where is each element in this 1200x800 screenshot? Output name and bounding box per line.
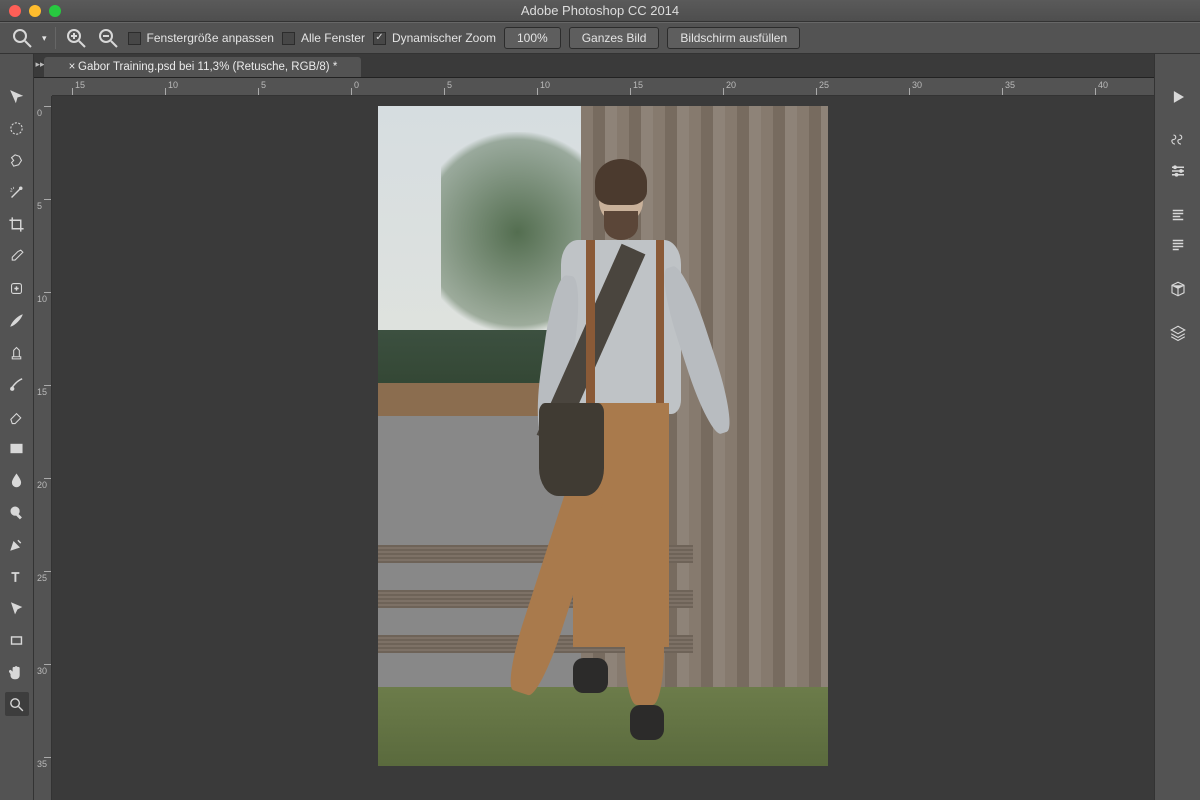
panels-dock (1154, 54, 1200, 800)
workspace: T ▸▸ × Gabor Training.psd bei 11,3% (Ret… (0, 54, 1200, 800)
checkbox-icon (282, 32, 295, 45)
zoom-out-icon[interactable] (96, 26, 120, 50)
tool-brush[interactable] (5, 308, 29, 332)
tool-lasso[interactable] (5, 148, 29, 172)
panel-3d-icon[interactable] (1163, 276, 1193, 302)
all-windows-label: Alle Fenster (301, 31, 365, 45)
zoom-window-icon[interactable] (49, 5, 61, 17)
checkbox-icon (128, 32, 141, 45)
minimize-window-icon[interactable] (29, 5, 41, 17)
ruler-vertical[interactable]: 05101520253035 (34, 96, 52, 800)
canvas[interactable] (52, 96, 1154, 800)
fill-screen-button[interactable]: Bildschirm ausfüllen (667, 27, 800, 49)
checkbox-checked-icon (373, 32, 386, 45)
tool-pen[interactable] (5, 532, 29, 556)
titlebar: Adobe Photoshop CC 2014 (0, 0, 1200, 22)
tool-eyedropper[interactable] (5, 244, 29, 268)
ruler-horizontal[interactable]: 151050510152025303540 (52, 78, 1154, 96)
tools-panel: T (0, 54, 34, 800)
panel-layers-icon[interactable] (1163, 320, 1193, 346)
panel-paragraph-icon[interactable] (1163, 202, 1193, 228)
document-area: ▸▸ × Gabor Training.psd bei 11,3% (Retus… (34, 54, 1154, 800)
dropdown-caret-icon[interactable]: ▾ (42, 33, 47, 44)
panel-play-icon[interactable] (1163, 84, 1193, 110)
panel-character-icon[interactable] (1163, 232, 1193, 258)
fit-window-label: Fenstergröße anpassen (147, 31, 274, 45)
tab-strip: × Gabor Training.psd bei 11,3% (Retusche… (34, 54, 1154, 78)
document-tab-label: Gabor Training.psd bei 11,3% (Retusche, … (78, 61, 337, 73)
tool-path-select[interactable] (5, 596, 29, 620)
panel-brushes-icon[interactable] (1163, 128, 1193, 154)
close-window-icon[interactable] (9, 5, 21, 17)
tool-blur[interactable] (5, 468, 29, 492)
divider (55, 27, 56, 49)
tool-history-brush[interactable] (5, 372, 29, 396)
tool-dodge[interactable] (5, 500, 29, 524)
tool-magic-wand[interactable] (5, 180, 29, 204)
tool-clone-stamp[interactable] (5, 340, 29, 364)
panel-adjustments-icon[interactable] (1163, 158, 1193, 184)
zoom-100-button[interactable]: 100% (504, 27, 561, 49)
tool-move[interactable] (5, 84, 29, 108)
close-tab-icon[interactable]: × (66, 61, 78, 73)
tool-gradient[interactable] (5, 436, 29, 460)
tool-eraser[interactable] (5, 404, 29, 428)
whole-image-button[interactable]: Ganzes Bild (569, 27, 660, 49)
document-tab[interactable]: × Gabor Training.psd bei 11,3% (Retusche… (44, 57, 361, 77)
svg-text:T: T (12, 569, 20, 584)
dynamic-zoom-label: Dynamischer Zoom (392, 31, 496, 45)
expand-right-icon[interactable] (1142, 54, 1154, 74)
fit-window-checkbox[interactable]: Fenstergröße anpassen (128, 31, 274, 45)
options-bar: ▾ Fenstergröße anpassen Alle Fenster Dyn… (0, 22, 1200, 54)
zoom-in-icon[interactable] (64, 26, 88, 50)
tool-type[interactable]: T (5, 564, 29, 588)
document-image (378, 106, 828, 766)
tool-hand[interactable] (5, 660, 29, 684)
all-windows-checkbox[interactable]: Alle Fenster (282, 31, 365, 45)
zoom-tool-icon[interactable] (10, 26, 34, 50)
tool-crop[interactable] (5, 212, 29, 236)
tool-rectangle[interactable] (5, 628, 29, 652)
tool-zoom[interactable] (5, 692, 29, 716)
tool-marquee[interactable] (5, 116, 29, 140)
dynamic-zoom-checkbox[interactable]: Dynamischer Zoom (373, 31, 496, 45)
app-title: Adobe Photoshop CC 2014 (0, 3, 1200, 18)
tool-healing-brush[interactable] (5, 276, 29, 300)
